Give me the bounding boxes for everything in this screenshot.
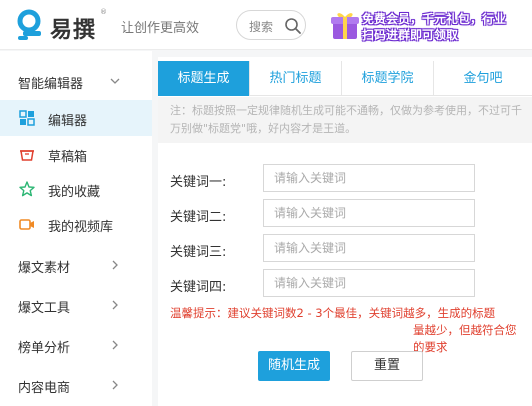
sidebar-group-label: 榜单分析 xyxy=(18,341,71,356)
tab-golden-sentences[interactable]: 金句吧 xyxy=(434,61,532,96)
tab-hot-titles[interactable]: 热门标题 xyxy=(250,61,342,96)
registered-mark: ® xyxy=(100,8,107,16)
sidebar-group-label: 智能编辑器 xyxy=(18,77,84,92)
sidebar-item-favorites[interactable]: 我的收藏 xyxy=(0,171,152,207)
keyword-4-label: 关键词四: xyxy=(170,280,227,295)
grid-icon xyxy=(19,110,35,126)
sidebar: 智能编辑器 编辑器 草稿箱 我的收藏 我的视频库 爆文素材 爆文工具 榜单分析 … xyxy=(0,51,152,406)
sidebar-group-content-ecommerce[interactable]: 内容电商 xyxy=(0,365,152,405)
random-generate-button[interactable]: 随机生成 xyxy=(258,351,330,381)
keyword-2-input[interactable] xyxy=(263,199,475,227)
search-icon[interactable] xyxy=(284,17,302,35)
tip-line-1: 温馨提示：建议关键词数2 - 3个最佳，关键词越多，生成的标题 xyxy=(170,306,496,320)
sidebar-group-label: 爆文工具 xyxy=(18,301,71,316)
star-icon xyxy=(19,181,35,197)
tab-title-academy[interactable]: 标题学院 xyxy=(342,61,434,96)
keyword-3-label: 关键词三: xyxy=(170,245,227,260)
search-box[interactable]: 搜索 xyxy=(236,10,306,40)
search-input[interactable]: 搜索 xyxy=(249,18,273,35)
promo-banner[interactable]: 免费会员，千元礼包，行业 扫码进群即可领取 xyxy=(330,8,532,42)
video-icon xyxy=(19,219,34,230)
brand-name[interactable]: 易撰 xyxy=(50,12,96,44)
tab-bar: 标题生成 热门标题 标题学院 金句吧 xyxy=(158,61,532,96)
reset-button[interactable]: 重置 xyxy=(351,351,423,381)
sidebar-item-label: 编辑器 xyxy=(48,114,88,129)
sidebar-item-label: 草稿箱 xyxy=(48,150,88,165)
sidebar-group-label: 爆文素材 xyxy=(18,261,71,276)
basket-icon xyxy=(20,150,34,161)
sidebar-item-drafts[interactable]: 草稿箱 xyxy=(0,136,152,172)
chevron-right-icon xyxy=(112,300,118,310)
promo-line-2: 扫码进群即可领取 xyxy=(362,28,459,42)
top-bar: 易撰 ® 让创作更高效 搜索 免费会员，千元礼包，行业 扫码进群即可领取 xyxy=(0,0,532,50)
tip-message: 温馨提示：建议关键词数2 - 3个最佳，关键词越多，生成的标题 量越少，但越符合… xyxy=(170,305,520,356)
keyword-2-label: 关键词二: xyxy=(170,210,227,225)
slogan: 让创作更高效 xyxy=(121,21,200,36)
chevron-down-icon xyxy=(110,78,120,84)
logo-icon[interactable] xyxy=(14,9,44,41)
sidebar-group-smart-editor[interactable]: 智能编辑器 xyxy=(0,61,152,101)
sidebar-group-hot-materials[interactable]: 爆文素材 xyxy=(0,245,152,285)
sidebar-item-label: 我的视频库 xyxy=(48,220,114,235)
chevron-right-icon xyxy=(112,340,118,350)
sidebar-item-video-library[interactable]: 我的视频库 xyxy=(0,206,152,242)
tip-line-2: 量越少，但越符合您的要求 xyxy=(413,323,517,354)
keyword-1-label: 关键词一: xyxy=(170,175,227,190)
chevron-right-icon xyxy=(112,380,118,390)
tab-title-generate[interactable]: 标题生成 xyxy=(158,61,250,96)
gift-box-icon xyxy=(331,13,359,39)
keyword-3-input[interactable] xyxy=(263,234,475,262)
sidebar-group-rankings[interactable]: 榜单分析 xyxy=(0,325,152,365)
keyword-4-input[interactable] xyxy=(263,269,475,297)
sidebar-group-hot-tools[interactable]: 爆文工具 xyxy=(0,285,152,325)
sidebar-item-label: 我的收藏 xyxy=(48,185,101,200)
title-generator-panel: 标题生成 热门标题 标题学院 金句吧 注：标题按照一定规律随机生成可能不通畅，仅… xyxy=(158,57,532,406)
chevron-right-icon xyxy=(112,260,118,270)
sidebar-item-editor[interactable]: 编辑器 xyxy=(0,100,152,136)
keyword-1-input[interactable] xyxy=(263,164,475,192)
promo-line-1: 免费会员，千元礼包，行业 xyxy=(362,12,507,26)
sidebar-group-label: 内容电商 xyxy=(18,381,71,396)
usage-note: 注：标题按照一定规律随机生成可能不通畅，仅做为参考使用，不过可千万别做"标题党"… xyxy=(158,97,532,143)
